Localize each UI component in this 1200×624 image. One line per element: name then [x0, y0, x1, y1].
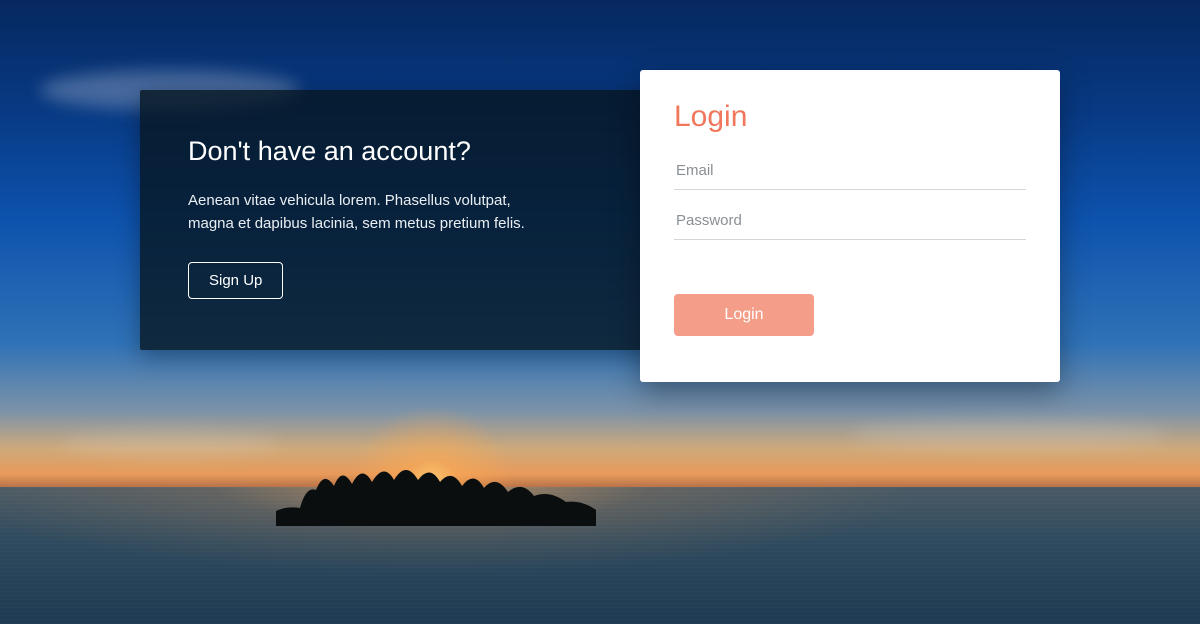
cloud-decoration — [850, 420, 1170, 450]
sign-up-button[interactable]: Sign Up — [188, 262, 283, 299]
login-button[interactable]: Login — [674, 294, 814, 336]
login-title: Login — [674, 100, 1026, 134]
water-reflection — [0, 487, 1200, 624]
promo-body: Aenean vitae vehicula lorem. Phasellus v… — [188, 189, 548, 236]
promo-heading: Don't have an account? — [188, 136, 652, 167]
signup-promo-panel: Don't have an account? Aenean vitae vehi… — [140, 90, 700, 350]
email-field[interactable] — [674, 152, 1026, 190]
cloud-decoration — [60, 430, 280, 456]
password-field[interactable] — [674, 202, 1026, 240]
login-card: Login Login — [640, 70, 1060, 382]
island-silhouette — [276, 456, 596, 526]
